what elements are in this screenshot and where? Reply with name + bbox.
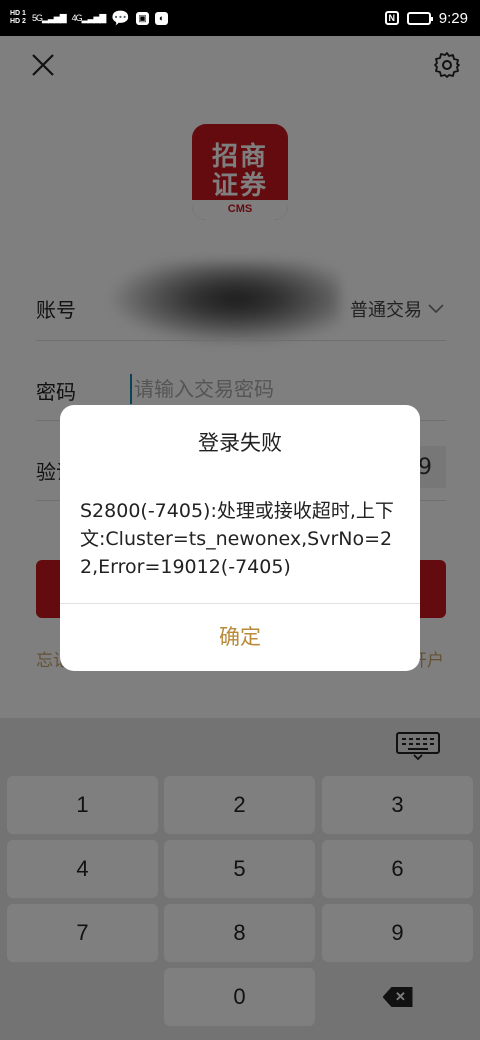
hd-indicator: HD 1 HD 2 [10, 10, 26, 26]
app-notification-icon: ▣ [136, 11, 150, 25]
battery-icon [406, 11, 433, 25]
hd1-label: HD 1 [10, 10, 26, 17]
dialog-message: S2800(-7405):处理或接收超时,上下文:Cluster=ts_newo… [80, 500, 394, 578]
net2-label: 4G [71, 12, 83, 23]
clock: 9:29 [438, 9, 468, 27]
app-notification-2-icon: ◐ [155, 11, 169, 25]
net1-label: 5G [31, 12, 43, 23]
message-bubble-icon: 💬 [111, 10, 131, 27]
login-failed-dialog: 登录失败 S2800(-7405):处理或接收超时,上下文:Cluster=ts… [60, 405, 420, 671]
dialog-title: 登录失败 [198, 431, 282, 455]
status-bar: HD 1 HD 2 5G▂▃▅▇ 4G▂▃▅▇ 💬 ▣ ◐ N 9:29 [0, 0, 480, 36]
signal-2-icon: 4G▂▃▅▇ [71, 12, 107, 23]
nfc-icon: N [384, 11, 399, 25]
confirm-button[interactable]: 确定 [60, 604, 420, 671]
hd2-label: HD 2 [10, 18, 26, 25]
signal-1-icon: 5G▂▃▅▇ [31, 12, 67, 23]
